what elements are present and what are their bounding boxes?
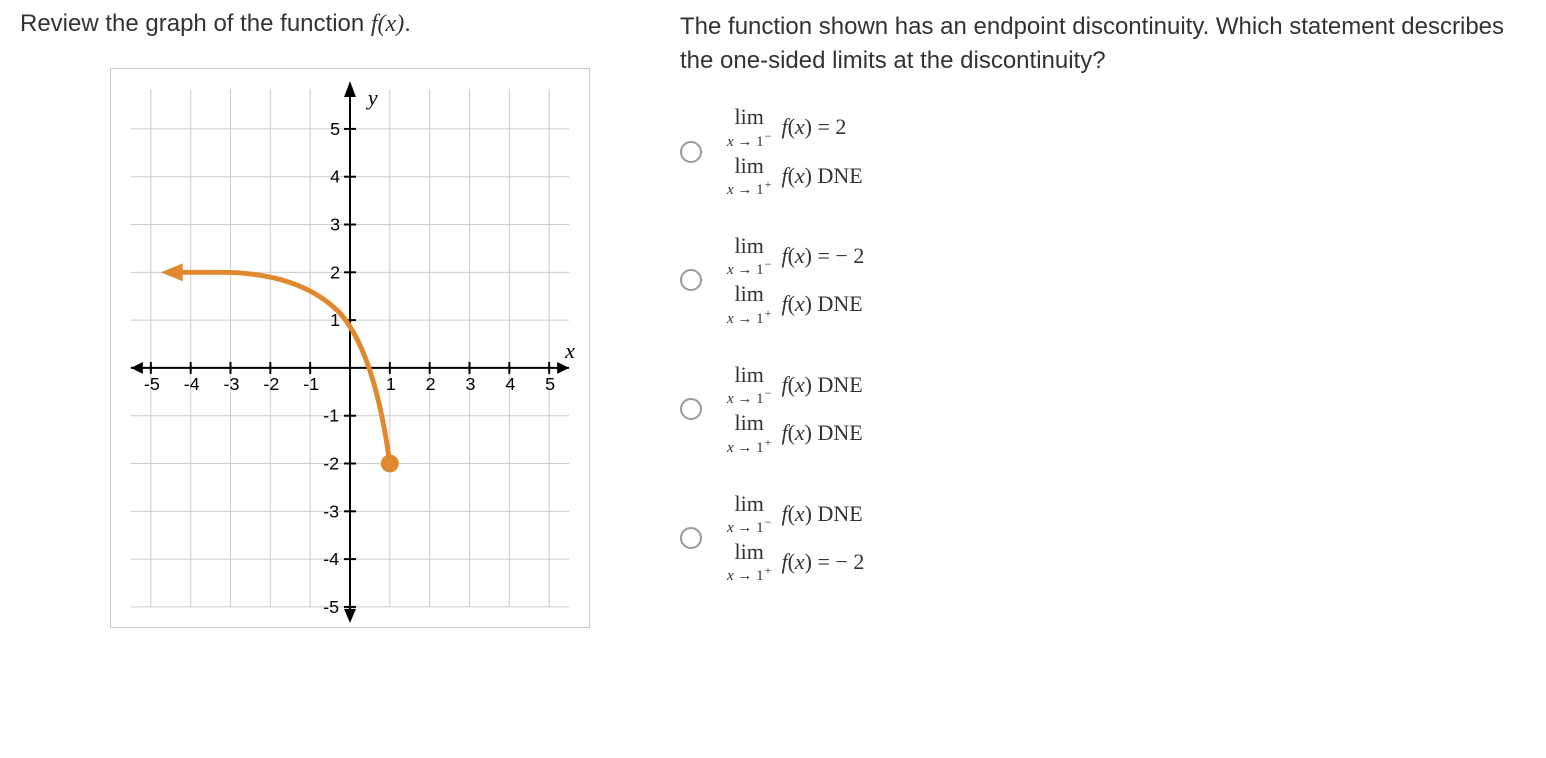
x-tick-n5: -5 bbox=[144, 374, 160, 394]
function-graph: -5 -4 -3 -2 -1 1 2 3 4 5 5 4 3 2 1 -1 -2 bbox=[110, 68, 590, 628]
x-tick-n2: -2 bbox=[263, 374, 279, 394]
graph-svg: -5 -4 -3 -2 -1 1 2 3 4 5 5 4 3 2 1 -1 -2 bbox=[111, 69, 589, 627]
curve-arrow-left-icon bbox=[161, 263, 183, 281]
radio-d[interactable] bbox=[680, 527, 702, 549]
y-tick-3: 3 bbox=[330, 214, 340, 234]
x-tick-2: 2 bbox=[426, 374, 436, 394]
instruction-pre: Review the graph of the function bbox=[20, 10, 371, 37]
option-d[interactable]: limx → 1− f(x) DNE limx → 1+ f(x) = − 2 bbox=[680, 489, 1526, 588]
x-tick-n1: -1 bbox=[303, 374, 319, 394]
option-c[interactable]: limx → 1− f(x) DNE limx → 1+ f(x) DNE bbox=[680, 360, 1526, 459]
radio-c[interactable] bbox=[680, 398, 702, 420]
y-axis-label: y bbox=[366, 85, 378, 110]
instruction-text: Review the graph of the function f(x). bbox=[20, 10, 600, 38]
y-tick-5: 5 bbox=[330, 119, 340, 139]
endpoint-filled bbox=[381, 455, 399, 473]
instruction-post: . bbox=[404, 10, 411, 37]
option-b[interactable]: limx → 1− f(x) = − 2 limx → 1+ f(x) DNE bbox=[680, 231, 1526, 330]
x-tick-4: 4 bbox=[505, 374, 515, 394]
radio-b[interactable] bbox=[680, 269, 702, 291]
option-a[interactable]: limx → 1− f(x) = 2 limx → 1+ f(x) DNE bbox=[680, 102, 1526, 201]
x-tick-3: 3 bbox=[466, 374, 476, 394]
y-tick-n5: -5 bbox=[323, 597, 339, 617]
option-b-math: limx → 1− f(x) = − 2 limx → 1+ f(x) DNE bbox=[727, 231, 864, 330]
y-tick-2: 2 bbox=[330, 262, 340, 282]
x-tick-1: 1 bbox=[386, 374, 396, 394]
y-tick-n1: -1 bbox=[323, 406, 339, 426]
x-tick-5: 5 bbox=[545, 374, 555, 394]
y-tick-4: 4 bbox=[330, 167, 340, 187]
option-a-math: limx → 1− f(x) = 2 limx → 1+ f(x) DNE bbox=[727, 102, 863, 201]
x-tick-n4: -4 bbox=[184, 374, 200, 394]
option-c-math: limx → 1− f(x) DNE limx → 1+ f(x) DNE bbox=[727, 360, 863, 459]
x-axis-label: x bbox=[564, 338, 575, 363]
x-tick-n3: -3 bbox=[224, 374, 240, 394]
options-list: limx → 1− f(x) = 2 limx → 1+ f(x) DNE li… bbox=[680, 102, 1526, 587]
y-tick-n4: -4 bbox=[323, 549, 339, 569]
option-d-math: limx → 1− f(x) DNE limx → 1+ f(x) = − 2 bbox=[727, 489, 864, 588]
question-text: The function shown has an endpoint disco… bbox=[680, 10, 1526, 77]
y-tick-n3: -3 bbox=[323, 501, 339, 521]
instruction-fx: f(x) bbox=[371, 11, 404, 37]
y-tick-n2: -2 bbox=[323, 453, 339, 473]
radio-a[interactable] bbox=[680, 141, 702, 163]
